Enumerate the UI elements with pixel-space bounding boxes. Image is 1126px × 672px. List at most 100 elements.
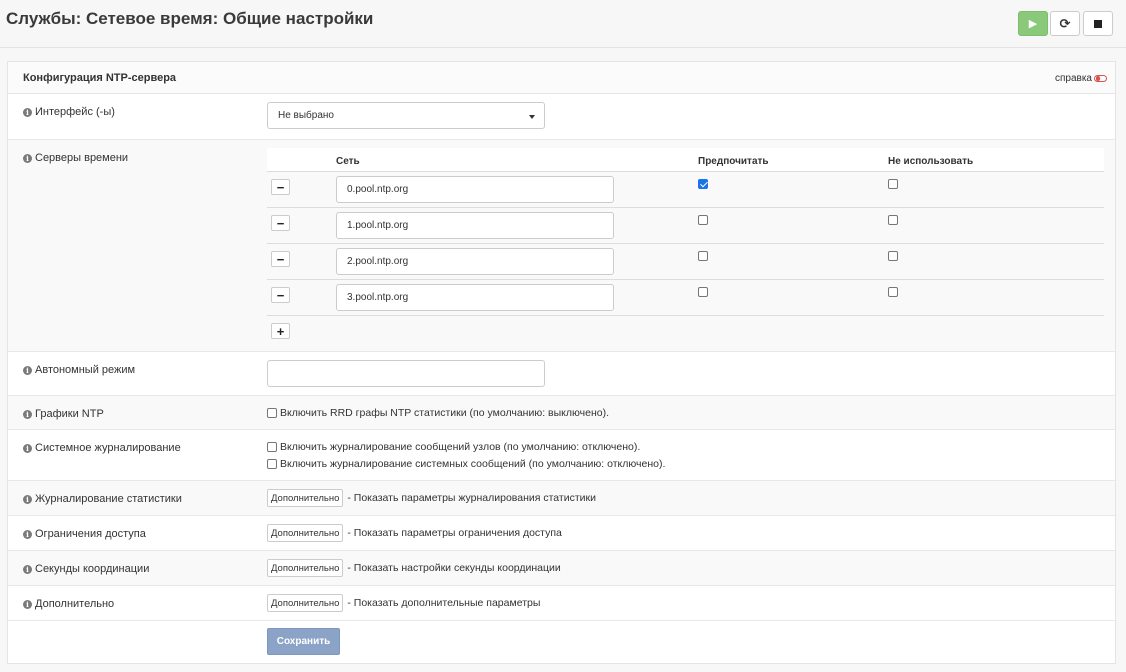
prefer-checkbox[interactable] (698, 179, 708, 189)
info-icon[interactable]: i (23, 494, 32, 504)
plus-icon: + (276, 323, 285, 339)
rrd-graphs-option[interactable]: Включить RRD графы NTP статистики (по ум… (267, 407, 609, 419)
leap-seconds-row: i Секунды координации Дополнительно - По… (8, 551, 1115, 586)
interfaces-row: i Интерфейс (-ы) Не выбрано (8, 94, 1115, 140)
interfaces-label-group: i Интерфейс (-ы) (23, 106, 115, 118)
time-server-row: − (267, 244, 1104, 280)
interfaces-label: Интерфейс (-ы) (35, 106, 115, 118)
minus-icon: − (276, 215, 285, 231)
noselect-checkbox[interactable] (888, 215, 898, 225)
peer-logging-option[interactable]: Включить журналирование сообщений узлов … (267, 441, 640, 453)
prefer-checkbox[interactable] (698, 251, 708, 261)
time-servers-label: Серверы времени (35, 152, 129, 164)
peer-logging-label: Включить журналирование сообщений узлов … (280, 441, 641, 453)
time-servers-label-group: i Серверы времени (23, 152, 128, 164)
interfaces-selected-value: Не выбрано (278, 110, 334, 121)
info-icon[interactable]: i (23, 365, 32, 375)
info-icon[interactable]: i (23, 153, 32, 163)
access-restrictions-row: i Ограничения доступа Дополнительно - По… (8, 516, 1115, 551)
additional-label: Дополнительно (35, 598, 115, 610)
info-icon[interactable]: i (23, 529, 32, 539)
minus-icon: − (276, 251, 285, 267)
interfaces-select[interactable]: Не выбрано (267, 102, 545, 129)
statistics-logging-advanced-button[interactable]: Дополнительно (267, 489, 344, 507)
remove-server-button[interactable]: − (271, 215, 290, 231)
info-icon[interactable]: i (23, 599, 32, 609)
rrd-graphs-label: Включить RRD графы NTP статистики (по ум… (280, 407, 609, 419)
syslog-label: Системное журналирование (35, 442, 181, 454)
noselect-checkbox[interactable] (888, 251, 898, 261)
server-address-input[interactable] (336, 248, 614, 275)
stop-service-button[interactable] (1083, 11, 1113, 36)
orphan-mode-input[interactable] (267, 360, 545, 387)
caret-down-icon (529, 115, 535, 119)
additional-row: i Дополнительно Дополнительно - Показать… (8, 586, 1115, 621)
system-logging-label: Включить журналирование системных сообще… (280, 458, 666, 470)
panel-title: Конфигурация NTP-сервера (23, 72, 177, 84)
time-servers-row: i Серверы времени Сеть Предпочитать Не и… (8, 140, 1115, 352)
restart-service-button[interactable]: ⟳ (1050, 11, 1080, 36)
noselect-checkbox[interactable] (888, 287, 898, 297)
column-prefer: Предпочитать (698, 156, 769, 167)
prefer-checkbox[interactable] (698, 287, 708, 297)
additional-advanced-button[interactable]: Дополнительно (267, 594, 344, 612)
syslog-row: i Системное журналирование Включить журн… (8, 430, 1115, 481)
panel-header: Конфигурация NTP-сервера справка (8, 62, 1115, 94)
toggle-off-icon (1094, 75, 1107, 82)
info-icon[interactable]: i (23, 107, 32, 117)
stop-icon (1094, 19, 1102, 28)
info-icon[interactable]: i (23, 564, 32, 574)
help-label: справка (1054, 73, 1092, 84)
remove-server-button[interactable]: − (271, 251, 290, 267)
adv-label-group: i Секунды координации (23, 563, 149, 575)
server-address-input[interactable] (336, 284, 614, 311)
start-service-button[interactable]: ▶ (1018, 11, 1048, 36)
info-icon[interactable]: i (23, 443, 32, 453)
statistics-logging-row: i Журналирование статистики Дополнительн… (8, 481, 1115, 516)
play-icon: ▶ (1028, 18, 1038, 30)
syslog-label-group: i Системное журналирование (23, 442, 181, 454)
help-toggle[interactable]: справка (1055, 73, 1107, 84)
time-servers-table: Сеть Предпочитать Не использовать − − − − + (267, 148, 1104, 350)
add-server-row: + (267, 316, 1104, 350)
leap-seconds-advanced-button[interactable]: Дополнительно (267, 559, 344, 577)
system-logging-checkbox[interactable] (267, 459, 277, 469)
ntp-graphs-row: i Графики NTP Включить RRD графы NTP ста… (8, 396, 1115, 430)
adv-label-group: i Журналирование статистики (23, 493, 182, 505)
noselect-checkbox[interactable] (888, 179, 898, 189)
ntp-config-panel: Конфигурация NTP-сервера справка i Интер… (7, 61, 1116, 664)
orphan-label-group: i Автономный режим (23, 364, 135, 376)
graphs-label: Графики NTP (35, 408, 104, 420)
orphan-label: Автономный режим (35, 364, 136, 376)
time-server-row: − (267, 280, 1104, 316)
add-server-button[interactable]: + (271, 323, 290, 339)
adv-label-group: i Дополнительно (23, 598, 114, 610)
access-restrictions-advanced-button[interactable]: Дополнительно (267, 524, 344, 542)
system-logging-option[interactable]: Включить журналирование системных сообще… (267, 458, 665, 470)
time-servers-header: Сеть Предпочитать Не использовать (267, 148, 1104, 172)
statistics-logging-hint: - Показать параметры журналирования стат… (347, 492, 596, 504)
server-address-input[interactable] (336, 212, 614, 239)
server-address-input[interactable] (336, 176, 614, 203)
rrd-graphs-checkbox[interactable] (267, 408, 277, 418)
access-restrictions-control: Дополнительно - Показать параметры огран… (267, 524, 562, 542)
time-server-row: − (267, 208, 1104, 244)
peer-logging-checkbox[interactable] (267, 442, 277, 452)
graphs-label-group: i Графики NTP (23, 408, 104, 420)
page-title: Службы: Сетевое время: Общие настройки (6, 9, 374, 28)
remove-server-button[interactable]: − (271, 287, 290, 303)
statistics-logging-label: Журналирование статистики (35, 493, 182, 505)
column-network: Сеть (336, 156, 360, 167)
prefer-checkbox[interactable] (698, 215, 708, 225)
leap-seconds-hint: - Показать настройки секунды координации (347, 562, 561, 574)
statistics-logging-control: Дополнительно - Показать параметры журна… (267, 489, 596, 507)
remove-server-button[interactable]: − (271, 179, 290, 195)
additional-control: Дополнительно - Показать дополнительные … (267, 594, 540, 612)
refresh-icon: ⟳ (1059, 15, 1071, 31)
leap-seconds-label: Секунды координации (35, 563, 150, 575)
access-restrictions-hint: - Показать параметры ограничения доступа (347, 527, 562, 539)
save-button[interactable]: Сохранить (267, 628, 340, 655)
column-noselect: Не использовать (888, 156, 974, 167)
page-header: Службы: Сетевое время: Общие настройки ▶… (0, 0, 1126, 48)
info-icon[interactable]: i (23, 409, 32, 419)
